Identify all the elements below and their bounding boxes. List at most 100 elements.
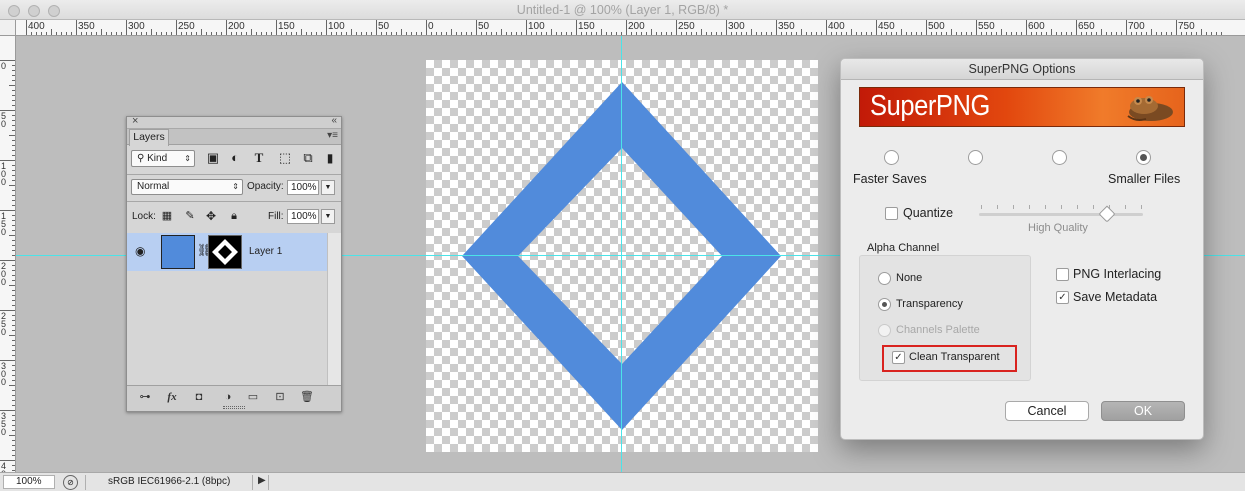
ruler-minor-tick (671, 32, 672, 35)
frog-logo-icon (1127, 96, 1173, 121)
smart-object-filter-icon[interactable]: ⧉ (300, 150, 316, 166)
layer-name[interactable]: Layer 1 (249, 246, 282, 257)
ruler-minor-tick (506, 32, 507, 35)
alpha-channels-palette-radio[interactable] (878, 324, 891, 337)
ruler-minor-tick (631, 32, 632, 35)
opacity-field[interactable]: 100% (287, 180, 319, 195)
layer-row[interactable]: ◉ ⛓ Layer 1 (127, 233, 327, 271)
divider (85, 475, 86, 490)
ok-button[interactable]: OK (1101, 401, 1185, 421)
panel-header: × « (127, 115, 341, 129)
ruler-minor-tick (1046, 32, 1047, 35)
ruler-minor-tick (186, 32, 187, 35)
ruler-minor-tick (211, 32, 212, 35)
type-filter-icon[interactable]: T (251, 150, 267, 166)
blend-mode-select[interactable]: Normal ⇕ (131, 179, 243, 195)
ruler-minor-tick (12, 115, 15, 116)
speed-radio-4[interactable] (1136, 150, 1151, 165)
ruler-minor-tick (12, 95, 15, 96)
lock-position-icon[interactable]: ✥ (203, 208, 219, 224)
fx-icon[interactable]: fx (164, 390, 180, 404)
ruler-origin[interactable] (0, 20, 16, 36)
adjustment-layer-icon[interactable]: ◑ (220, 390, 236, 404)
ruler-minor-tick (346, 32, 347, 35)
diamond-frame-shape[interactable] (426, 60, 818, 452)
image-filter-icon[interactable]: ▣ (205, 150, 221, 166)
panel-menu-icon[interactable]: ▾≡ (327, 130, 338, 141)
ruler-minor-tick (501, 29, 502, 35)
ruler-minor-tick (12, 140, 15, 141)
collapse-panel-icon[interactable]: « (331, 115, 337, 126)
ruler-minor-tick (12, 200, 15, 201)
cancel-button[interactable]: Cancel (1005, 401, 1089, 421)
ruler-minor-tick (1151, 29, 1152, 35)
lock-image-pixels-icon[interactable]: ✎ (182, 208, 198, 224)
ruler-major-tick (926, 20, 927, 35)
proof-setup-icon[interactable]: ⊘ (63, 475, 78, 490)
horizontal-ruler[interactable]: 400 350 300 250 200 150 100 50 0 50 100 150 200 250 30… (16, 20, 1245, 36)
ruler-minor-tick (416, 32, 417, 35)
speed-radio-1[interactable] (884, 150, 899, 165)
opacity-dropdown-icon[interactable]: ▼ (321, 180, 335, 195)
ruler-minor-tick (836, 32, 837, 35)
quantize-checkbox[interactable] (885, 207, 898, 220)
alpha-transparency-radio[interactable] (878, 298, 891, 311)
ruler-minor-tick (831, 32, 832, 35)
ruler-minor-tick (1221, 32, 1222, 35)
quality-slider-knob[interactable] (1098, 205, 1116, 223)
new-layer-icon[interactable]: ⊡ (272, 390, 288, 404)
ruler-minor-tick (841, 32, 842, 35)
ruler-minor-tick (12, 405, 15, 406)
ruler-minor-tick (81, 32, 82, 35)
status-menu-arrow-icon[interactable]: ▶ (258, 475, 266, 486)
ruler-minor-tick (536, 32, 537, 35)
ruler-minor-tick (1141, 32, 1142, 35)
zoom-field[interactable]: 100% (3, 475, 55, 489)
tab-layers[interactable]: Layers (129, 129, 169, 146)
ruler-label: 200 (628, 21, 645, 32)
delete-layer-icon[interactable]: 🗑︎ (299, 390, 315, 404)
new-group-icon[interactable]: ▭ (245, 390, 261, 404)
filter-toggle-icon[interactable]: ▮ (325, 150, 335, 166)
filter-row: ⚲ Kind ⇕ ▣ ◐ T ⬚ ⧉ ▮ (127, 147, 341, 172)
fill-field[interactable]: 100% (287, 209, 319, 224)
save-metadata-checkbox[interactable]: ✓ (1056, 291, 1069, 304)
superpng-banner: SuperPNG (859, 87, 1185, 127)
png-interlacing-checkbox[interactable] (1056, 268, 1069, 281)
vertical-ruler[interactable]: 0 50 100 150 200 250 300 350 400 (0, 36, 16, 472)
ruler-minor-tick (721, 32, 722, 35)
layer-thumbnail[interactable] (161, 235, 195, 269)
ruler-minor-tick (12, 420, 15, 421)
quality-slider-track[interactable] (979, 213, 1143, 216)
link-layers-icon[interactable]: ⊶ (137, 390, 153, 404)
ruler-minor-tick (12, 340, 15, 341)
ruler-minor-tick (871, 32, 872, 35)
close-panel-icon[interactable]: × (132, 115, 138, 127)
ruler-minor-tick (711, 32, 712, 35)
ruler-minor-tick (381, 32, 382, 35)
ruler-minor-tick (541, 32, 542, 35)
layer-list-scrollbar[interactable] (327, 233, 341, 385)
vertical-guide[interactable] (621, 36, 622, 472)
speed-radio-3[interactable] (1052, 150, 1067, 165)
vector-mask-thumbnail[interactable] (208, 235, 242, 269)
add-mask-icon[interactable]: ◘ (191, 390, 207, 404)
alpha-none-radio[interactable] (878, 272, 891, 285)
ruler-label: 450 (878, 21, 895, 32)
filter-kind-select[interactable]: ⚲ Kind ⇕ (131, 150, 195, 167)
ruler-minor-tick (12, 330, 15, 331)
speed-radio-2[interactable] (968, 150, 983, 165)
lock-transparent-pixels-icon[interactable]: ▦ (159, 208, 175, 224)
clean-transparent-checkbox[interactable]: ✓ (892, 351, 905, 364)
visibility-eye-icon[interactable]: ◉ (135, 244, 145, 258)
ruler-label: 200 (228, 21, 245, 32)
ruler-minor-tick (71, 32, 72, 35)
lock-all-icon[interactable]: 🔒︎ (226, 208, 242, 224)
ruler-minor-tick (291, 32, 292, 35)
resize-grip[interactable] (223, 406, 245, 409)
shape-filter-icon[interactable]: ⬚ (277, 150, 293, 166)
ruler-minor-tick (12, 220, 15, 221)
filter-kind-label: Kind (147, 153, 168, 164)
fill-dropdown-icon[interactable]: ▼ (321, 209, 335, 224)
adjustment-filter-icon[interactable]: ◐ (227, 150, 243, 166)
